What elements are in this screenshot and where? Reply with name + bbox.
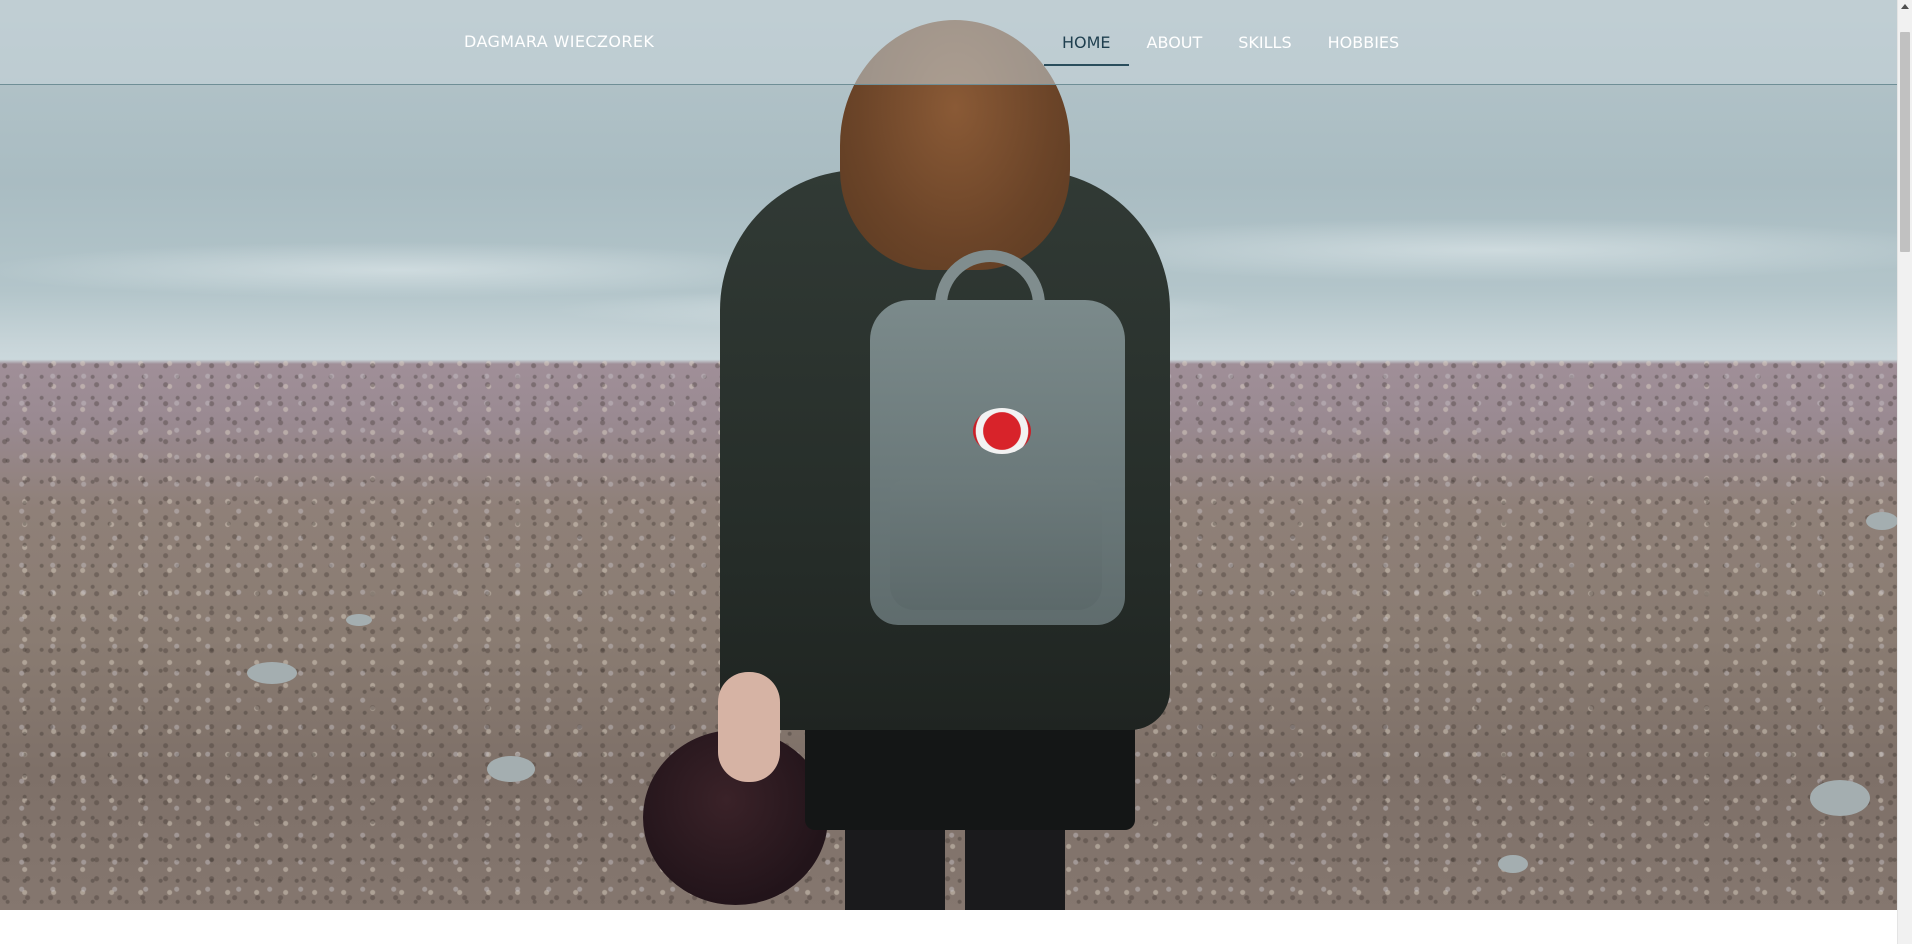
beach-stone: [1498, 855, 1528, 873]
leg-right: [965, 820, 1065, 910]
nav-link-hobbies[interactable]: HOBBIES: [1310, 0, 1418, 66]
nav-link-skills[interactable]: SKILLS: [1220, 0, 1309, 66]
beach-stone: [1866, 512, 1897, 530]
page: DAGMARA WIECZOREK HOME ABOUT SKILLS HOBB…: [0, 0, 1912, 944]
nav-links: HOME ABOUT SKILLS HOBBIES: [1044, 0, 1417, 84]
nav-link-about[interactable]: ABOUT: [1129, 0, 1221, 66]
backpack-logo: [973, 408, 1031, 454]
hand: [718, 672, 780, 782]
triangle-up-icon[interactable]: [1901, 4, 1909, 9]
nav-link-home[interactable]: HOME: [1044, 0, 1129, 66]
beach-stone: [487, 756, 535, 782]
backpack-pocket: [890, 480, 1102, 610]
vertical-scrollbar[interactable]: [1897, 0, 1912, 944]
brand-name[interactable]: DAGMARA WIECZOREK: [464, 32, 654, 51]
leg-left: [845, 820, 945, 910]
navbar: DAGMARA WIECZOREK HOME ABOUT SKILLS HOBB…: [0, 0, 1897, 85]
beach-stone: [247, 662, 297, 684]
beach-stone: [1810, 780, 1870, 816]
beach-stone: [346, 614, 372, 626]
hero-image: [0, 0, 1897, 910]
scroll-thumb[interactable]: [1900, 32, 1910, 252]
